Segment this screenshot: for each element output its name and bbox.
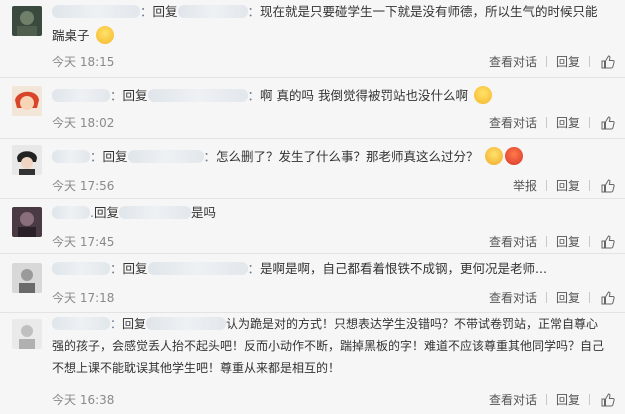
timestamp: 今天 17:45 bbox=[52, 235, 115, 249]
comment-item: .回复 是吗 今天 17:45 查看对话 回复 bbox=[0, 199, 625, 253]
reply-target-blurred[interactable] bbox=[147, 89, 248, 102]
timestamp: 今天 17:18 bbox=[52, 291, 115, 305]
avatar[interactable] bbox=[12, 86, 42, 116]
divider bbox=[545, 56, 547, 67]
avatar[interactable] bbox=[12, 319, 42, 349]
comment-meta: 今天 16:38 查看对话 回复 bbox=[52, 391, 615, 407]
laughing-face-emoji bbox=[95, 26, 114, 44]
timestamp: 今天 18:15 bbox=[52, 55, 115, 69]
reply-link[interactable]: 回复 bbox=[556, 289, 580, 306]
comment-text: ：回复 认为跪是对的方式！只想表达学生没错吗？不带试卷罚站，正常自尊心强的孩子，会… bbox=[52, 317, 605, 375]
view-conversation-link[interactable]: 查看对话 bbox=[489, 53, 537, 70]
username-blurred[interactable] bbox=[52, 317, 110, 330]
reply-link[interactable]: 回复 bbox=[556, 177, 580, 194]
shocked-face-emoji bbox=[484, 147, 503, 165]
divider bbox=[545, 236, 547, 247]
username-blurred[interactable] bbox=[52, 262, 110, 275]
report-link[interactable]: 举报 bbox=[513, 177, 537, 194]
comment-text: ：回复 ：现在就是只要碰学生一下就是没有师德，所以生气的时候只能踹桌子 bbox=[52, 4, 598, 44]
thumbs-up-icon[interactable] bbox=[601, 290, 615, 305]
timestamp: 今天 18:02 bbox=[52, 116, 115, 130]
reply-link[interactable]: 回复 bbox=[556, 53, 580, 70]
view-conversation-link[interactable]: 查看对话 bbox=[489, 233, 537, 250]
reply-target-blurred[interactable] bbox=[146, 317, 227, 330]
username-blurred[interactable] bbox=[52, 150, 90, 163]
thumbs-up-icon[interactable] bbox=[601, 54, 615, 69]
divider bbox=[545, 394, 547, 405]
divider bbox=[589, 180, 590, 191]
username-blurred[interactable] bbox=[52, 5, 140, 18]
comment-text: ：回复 ：怎么删了？发生了什么事？那老师真这么过分？ bbox=[52, 145, 605, 169]
laughing-face-emoji bbox=[473, 86, 492, 104]
comment-item: ：回复 认为跪是对的方式！只想表达学生没错吗？不带试卷罚站，正常自尊心强的孩子，会… bbox=[0, 313, 625, 414]
username-blurred[interactable] bbox=[52, 206, 90, 219]
avatar[interactable] bbox=[12, 145, 42, 175]
reply-target-blurred[interactable] bbox=[147, 262, 248, 275]
thumbs-up-icon[interactable] bbox=[601, 115, 615, 130]
comment-item: ：回复 ：现在就是只要碰学生一下就是没有师德，所以生气的时候只能踹桌子 今天 18… bbox=[0, 0, 625, 72]
reply-target-blurred[interactable] bbox=[127, 150, 204, 163]
comment-item: ：回复 ：是啊是啊，自己都看着恨铁不成钢，更何况是老师... 今天 17:18 查… bbox=[0, 254, 625, 312]
timestamp: 今天 17:56 bbox=[52, 179, 115, 193]
divider bbox=[589, 292, 590, 303]
divider bbox=[589, 117, 590, 128]
comment-meta: 今天 17:45 查看对话 回复 bbox=[52, 233, 615, 249]
comment-text: ：回复 ：是啊是啊，自己都看着恨铁不成钢，更何况是老师... bbox=[52, 257, 605, 281]
avatar[interactable] bbox=[12, 263, 42, 293]
reply-link[interactable]: 回复 bbox=[556, 114, 580, 131]
reply-target-blurred[interactable] bbox=[119, 206, 191, 219]
reply-target-blurred[interactable] bbox=[177, 5, 248, 18]
thumbs-up-icon[interactable] bbox=[601, 392, 615, 407]
divider bbox=[589, 236, 590, 247]
thumbs-up-icon[interactable] bbox=[601, 234, 615, 249]
avatar[interactable] bbox=[12, 6, 42, 36]
view-conversation-link[interactable]: 查看对话 bbox=[489, 114, 537, 131]
comment-meta: 今天 18:15 查看对话 回复 bbox=[52, 53, 615, 69]
comment-meta: 今天 17:56 举报 回复 bbox=[52, 177, 615, 193]
comment-item: ：回复 ：啊 真的吗 我倒觉得被罚站也没什么啊 今天 18:02 查看对话 回复 bbox=[0, 78, 625, 139]
divider bbox=[545, 180, 547, 191]
angry-face-emoji bbox=[504, 147, 523, 165]
divider bbox=[589, 394, 590, 405]
reply-link[interactable]: 回复 bbox=[556, 391, 580, 408]
comment-meta: 今天 18:02 查看对话 回复 bbox=[52, 114, 615, 130]
comment-text: ：回复 ：啊 真的吗 我倒觉得被罚站也没什么啊 bbox=[52, 84, 605, 108]
avatar[interactable] bbox=[12, 207, 42, 237]
divider bbox=[589, 56, 590, 67]
view-conversation-link[interactable]: 查看对话 bbox=[489, 391, 537, 408]
comment-item: ：回复 ：怎么删了？发生了什么事？那老师真这么过分？ 今天 17:56 举报 回复 bbox=[0, 139, 625, 197]
divider bbox=[545, 292, 547, 303]
reply-link[interactable]: 回复 bbox=[556, 233, 580, 250]
view-conversation-link[interactable]: 查看对话 bbox=[489, 289, 537, 306]
divider bbox=[545, 117, 547, 128]
username-blurred[interactable] bbox=[52, 89, 110, 102]
timestamp: 今天 16:38 bbox=[52, 393, 115, 407]
comment-text: .回复 是吗 bbox=[52, 201, 605, 225]
thumbs-up-icon[interactable] bbox=[601, 178, 615, 193]
comment-meta: 今天 17:18 查看对话 回复 bbox=[52, 289, 615, 305]
